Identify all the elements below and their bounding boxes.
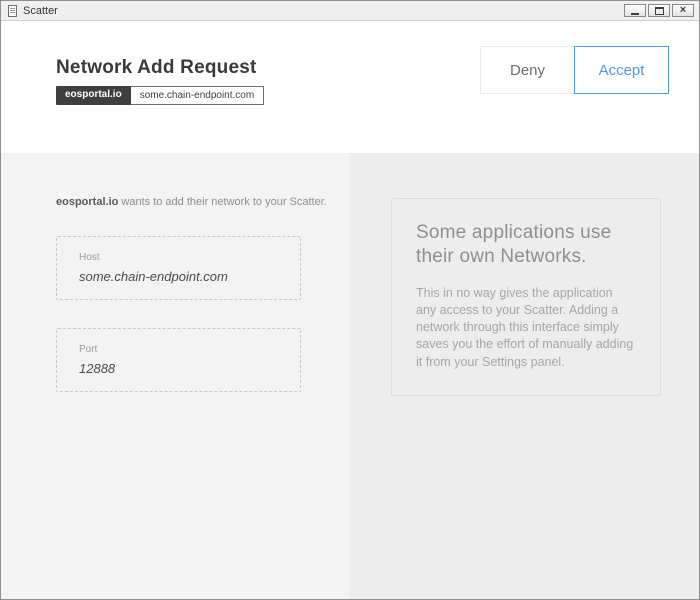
info-body: This in no way gives the application any… <box>416 285 634 369</box>
network-details-panel: eosportal.io wants to add their network … <box>1 153 349 599</box>
host-field-label: Host <box>79 252 100 263</box>
window-title: Scatter <box>23 4 58 17</box>
info-title: Some applications use their own Networks… <box>416 222 612 267</box>
info-panel: Some applications use their own Networks… <box>349 153 699 599</box>
info-box: Some applications use their own Networks… <box>391 198 661 396</box>
endpoint-label: some.chain-endpoint.com <box>130 86 265 105</box>
host-field: Host some.chain-endpoint.com <box>56 236 301 300</box>
action-buttons: Deny Accept <box>480 46 669 94</box>
close-button[interactable]: × <box>672 4 694 17</box>
minimize-button[interactable] <box>624 4 646 17</box>
app-icon <box>8 4 17 17</box>
titlebar[interactable]: Scatter × <box>1 1 699 21</box>
minimize-icon <box>631 12 639 15</box>
request-header: Deny Accept Network Add Request eosporta… <box>1 21 699 153</box>
host-field-value: some.chain-endpoint.com <box>79 269 228 284</box>
app-origin-badge: eosportal.io <box>56 86 131 105</box>
intro-rest: wants to add their network to your Scatt… <box>118 196 327 208</box>
deny-button[interactable]: Deny <box>480 46 575 94</box>
port-field-label: Port <box>79 344 98 355</box>
scatter-window: Scatter × Deny Accept Network Add Reques… <box>0 0 700 600</box>
maximize-button[interactable] <box>648 4 670 17</box>
intro-text: eosportal.io wants to add their network … <box>56 196 349 208</box>
request-body: eosportal.io wants to add their network … <box>1 153 699 599</box>
window-controls: × <box>624 4 695 17</box>
accept-button[interactable]: Accept <box>574 46 669 94</box>
port-field-value: 12888 <box>79 361 116 376</box>
maximize-icon <box>654 6 664 15</box>
port-field: Port 12888 <box>56 328 301 392</box>
intro-app-name: eosportal.io <box>56 196 119 208</box>
close-icon: × <box>679 4 687 16</box>
origin-row: eosportal.io some.chain-endpoint.com <box>56 86 265 105</box>
